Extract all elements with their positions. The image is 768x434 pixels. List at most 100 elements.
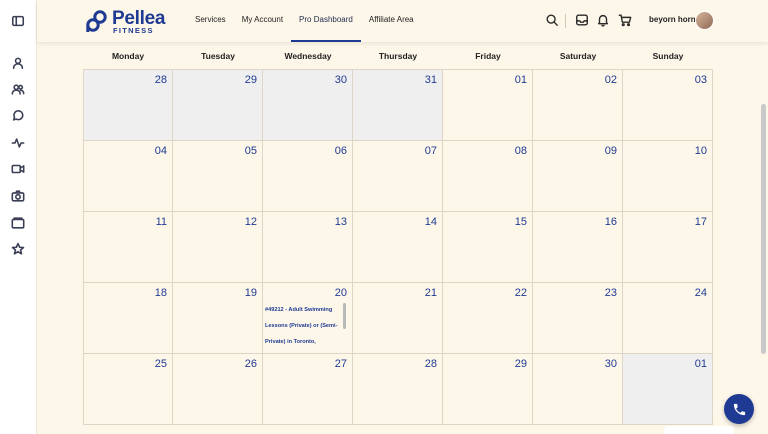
- day-number: 01: [694, 358, 707, 370]
- day-number: 30: [604, 358, 617, 370]
- bell-icon[interactable]: [596, 13, 610, 27]
- calendar-day-cell[interactable]: 28: [353, 354, 443, 425]
- left-sidebar: [0, 0, 37, 434]
- calendar-week-row: 18 19 20 #49212 - Adult Swimming Lessons (P…: [83, 283, 713, 354]
- calendar-day-cell[interactable]: 17: [623, 212, 713, 283]
- month-calendar: Monday Tuesday Wednesday Thursday Friday…: [83, 42, 713, 425]
- calendar-day-cell[interactable]: 24: [623, 283, 713, 354]
- calendar-day-cell[interactable]: 21: [353, 283, 443, 354]
- calendar-day-cell[interactable]: 25: [83, 354, 173, 425]
- calendar-day-cell[interactable]: 22: [443, 283, 533, 354]
- chat-icon[interactable]: [10, 108, 26, 124]
- page-scrollbar[interactable]: [761, 104, 766, 354]
- day-number: 04: [154, 145, 167, 157]
- day-number: 11: [155, 216, 167, 228]
- day-number: 02: [604, 74, 617, 86]
- weekday-label: Monday: [111, 51, 145, 61]
- nav-services[interactable]: Services: [187, 0, 234, 42]
- chat-widget-tab[interactable]: [664, 426, 734, 434]
- call-button[interactable]: [724, 394, 754, 424]
- calendar-day-cell[interactable]: 26: [173, 354, 263, 425]
- calendar-day-cell[interactable]: 29: [443, 354, 533, 425]
- weekday-header: Monday Tuesday Wednesday Thursday Friday…: [83, 42, 713, 70]
- calendar-week-row: 28 29 30 31 01 02 03: [83, 70, 713, 141]
- calendar-day-cell[interactable]: 01: [443, 70, 533, 141]
- day-number: 20: [334, 287, 347, 299]
- inbox-icon[interactable]: [575, 13, 589, 27]
- day-number: 19: [244, 287, 257, 299]
- calendar-day-cell[interactable]: 18: [83, 283, 173, 354]
- calendar-week-row: 04 05 06 07 08 09 10: [83, 141, 713, 212]
- day-number: 30: [334, 74, 347, 86]
- avatar[interactable]: [695, 11, 714, 30]
- video-icon[interactable]: [10, 161, 26, 177]
- folder-icon[interactable]: [10, 215, 26, 231]
- nav-my-account[interactable]: My Account: [234, 0, 291, 42]
- user-icon[interactable]: [10, 55, 26, 71]
- calendar-day-cell[interactable]: 23: [533, 283, 623, 354]
- panel-toggle-icon[interactable]: [10, 13, 26, 29]
- day-number: 23: [604, 287, 617, 299]
- day-number: 07: [424, 145, 437, 157]
- cart-icon[interactable]: [618, 13, 632, 27]
- weekday-label: Sunday: [652, 51, 684, 61]
- top-navigation-bar: Pellea FITNESS Services My Account Pro D…: [37, 0, 768, 42]
- calendar-day-cell[interactable]: 16: [533, 212, 623, 283]
- calendar-day-cell[interactable]: 30: [533, 354, 623, 425]
- day-number: 17: [694, 216, 707, 228]
- calendar-day-cell[interactable]: 04: [83, 141, 173, 212]
- calendar-day-cell[interactable]: 07: [353, 141, 443, 212]
- day-number: 16: [604, 216, 617, 228]
- day-number: 31: [424, 74, 437, 86]
- calendar-day-cell[interactable]: 30: [263, 70, 353, 141]
- day-number: 10: [694, 145, 707, 157]
- calendar-day-cell[interactable]: 29: [173, 70, 263, 141]
- calendar-day-cell[interactable]: 13: [263, 212, 353, 283]
- calendar-day-cell[interactable]: 06: [263, 141, 353, 212]
- calendar-grid: 28 29 30 31 01 02 03 04 05 06 07 08 09 10 11 12 13 14 15 16…: [83, 70, 713, 425]
- phone-icon: [733, 403, 745, 415]
- calendar-day-cell[interactable]: 10: [623, 141, 713, 212]
- user-name[interactable]: beyorn horn: [649, 15, 696, 24]
- camera-icon[interactable]: [10, 188, 26, 204]
- calendar-week-row: 25 26 27 28 29 30 01: [83, 354, 713, 425]
- calendar-day-cell[interactable]: 14: [353, 212, 443, 283]
- day-number: 06: [334, 145, 347, 157]
- day-number: 22: [514, 287, 527, 299]
- day-number: 05: [244, 145, 257, 157]
- calendar-day-cell[interactable]: 12: [173, 212, 263, 283]
- calendar-day-cell[interactable]: 02: [533, 70, 623, 141]
- day-number: 18: [154, 287, 167, 299]
- calendar-day-cell[interactable]: 08: [443, 141, 533, 212]
- calendar-day-cell[interactable]: 31: [353, 70, 443, 141]
- weekday-label: Thursday: [378, 51, 418, 61]
- calendar-day-cell[interactable]: 09: [533, 141, 623, 212]
- day-number: 28: [154, 74, 167, 86]
- day-number: 26: [244, 358, 257, 370]
- calendar-week-row: 11 12 13 14 15 16 17: [83, 212, 713, 283]
- star-icon[interactable]: [10, 241, 26, 257]
- day-number: 24: [694, 287, 707, 299]
- calendar-day-cell[interactable]: 27: [263, 354, 353, 425]
- calendar-event[interactable]: #49212 - Adult Swimming Lessons (Private…: [265, 302, 343, 350]
- search-icon[interactable]: [545, 13, 559, 27]
- event-scrollbar[interactable]: [343, 303, 346, 329]
- day-number: 14: [424, 216, 437, 228]
- calendar-day-cell[interactable]: 28: [83, 70, 173, 141]
- activity-icon[interactable]: [10, 135, 26, 151]
- group-icon[interactable]: [10, 81, 26, 97]
- weekday-label: Friday: [475, 51, 501, 61]
- calendar-day-cell[interactable]: 01: [623, 354, 713, 425]
- calendar-day-cell[interactable]: 11: [83, 212, 173, 283]
- brand-logo[interactable]: Pellea FITNESS: [85, 9, 200, 35]
- weekday-label: Saturday: [559, 51, 597, 61]
- calendar-day-cell[interactable]: 03: [623, 70, 713, 141]
- calendar-day-cell[interactable]: 19: [173, 283, 263, 354]
- day-number: 25: [154, 358, 167, 370]
- calendar-day-cell[interactable]: 20 #49212 - Adult Swimming Lessons (Priva…: [263, 283, 353, 354]
- nav-pro-dashboard[interactable]: Pro Dashboard: [291, 0, 361, 42]
- calendar-day-cell[interactable]: 05: [173, 141, 263, 212]
- nav-affiliate-area[interactable]: Affiliate Area: [361, 0, 422, 42]
- day-number: 13: [334, 216, 347, 228]
- calendar-day-cell[interactable]: 15: [443, 212, 533, 283]
